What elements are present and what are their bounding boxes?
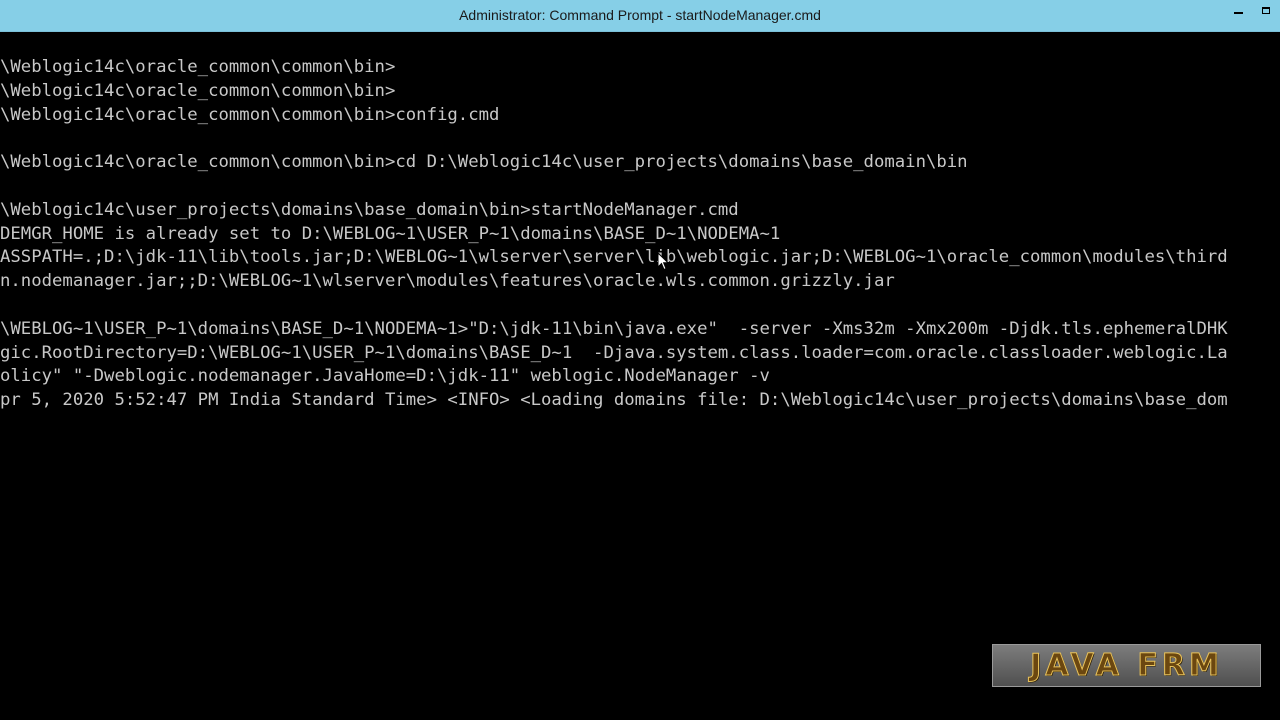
- minimize-button[interactable]: [1224, 0, 1252, 20]
- console-output[interactable]: \Weblogic14c\oracle_common\common\bin> \…: [0, 56, 1280, 686]
- maximize-icon: [1262, 6, 1270, 14]
- console-line: gic.RootDirectory=D:\WEBLOG~1\USER_P~1\d…: [0, 342, 1228, 363]
- console-line: ASSPATH=.;D:\jdk-11\lib\tools.jar;D:\WEB…: [0, 247, 1228, 268]
- command-prompt-window: Administrator: Command Prompt - startNod…: [0, 0, 1280, 720]
- minimize-icon: [1233, 12, 1243, 14]
- console-line: DEMGR_HOME is already set to D:\WEBLOG~1…: [0, 223, 781, 244]
- console-line: olicy" "-Dweblogic.nodemanager.JavaHome=…: [0, 366, 770, 387]
- console-line: pr 5, 2020 5:52:47 PM India Standard Tim…: [0, 390, 1228, 411]
- window-title: Administrator: Command Prompt - startNod…: [459, 7, 821, 23]
- console-line: \Weblogic14c\oracle_common\common\bin>co…: [0, 104, 500, 125]
- console-line: n.nodemanager.jar;;D:\WEBLOG~1\wlserver\…: [0, 271, 895, 292]
- console-line: \Weblogic14c\oracle_common\common\bin>: [0, 80, 396, 101]
- console-line: \WEBLOG~1\USER_P~1\domains\BASE_D~1\NODE…: [0, 318, 1228, 339]
- window-controls: [1224, 0, 1280, 22]
- watermark-logo: JAVA FRM: [992, 644, 1261, 687]
- maximize-button[interactable]: [1252, 0, 1280, 20]
- console-line: \Weblogic14c\oracle_common\common\bin>cd…: [0, 152, 968, 173]
- title-bar[interactable]: Administrator: Command Prompt - startNod…: [0, 0, 1280, 32]
- watermark-text: JAVA FRM: [1030, 648, 1223, 684]
- console-line: \Weblogic14c\user_projects\domains\base_…: [0, 199, 739, 220]
- console-line: \Weblogic14c\oracle_common\common\bin>: [0, 57, 396, 77]
